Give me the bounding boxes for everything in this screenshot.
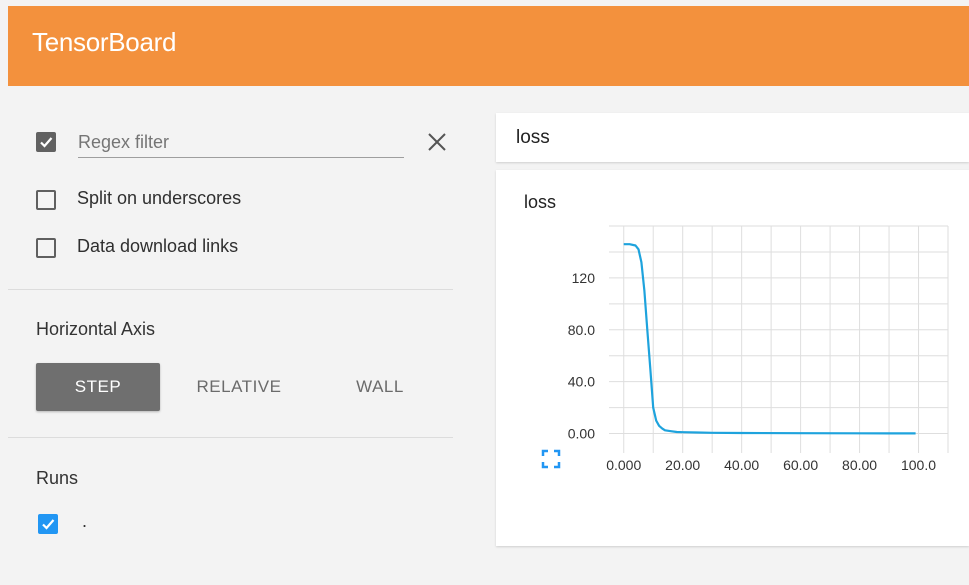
relative-button[interactable]: RELATIVE [176, 363, 302, 411]
regex-filter-input[interactable] [78, 127, 404, 158]
y-tick-label: 80.0 [568, 322, 595, 338]
x-tick-label: 60.00 [783, 457, 818, 473]
data-download-links-checkbox[interactable] [36, 238, 56, 258]
y-tick-label: 40.0 [568, 374, 595, 390]
tag-group-header[interactable]: loss [496, 113, 969, 162]
run-checkbox[interactable] [38, 514, 58, 534]
y-tick-label: 0.00 [568, 426, 595, 442]
data-download-links-label: Data download links [77, 236, 239, 256]
loss-chart: 0.00 40.0 80.0 120 0.000 20.00 40.00 60.00 80.00… [541, 225, 949, 473]
x-tick-label: 80.00 [842, 457, 877, 473]
run-label: . [82, 511, 88, 531]
series-line [623, 243, 916, 435]
x-tick-label: 0.000 [606, 457, 641, 473]
divider [8, 437, 453, 438]
close-icon[interactable] [426, 131, 448, 153]
wall-button[interactable]: WALL [330, 363, 430, 411]
y-tick-label: 120 [572, 270, 596, 286]
x-tick-label: 100.0 [901, 457, 936, 473]
x-tick-label: 40.00 [724, 457, 759, 473]
chart-card: loss 0.00 40.0 80.0 120 0.000 20.00 40.00 60.00… [496, 170, 969, 546]
runs-title: Runs [36, 468, 79, 488]
check-icon [40, 137, 53, 148]
x-tick-label: 20.00 [665, 457, 700, 473]
tag-group-label: loss [516, 127, 550, 148]
fit-domain-icon-path [541, 449, 561, 469]
top-bar: TensorBoard [8, 6, 969, 86]
divider [8, 289, 453, 290]
app-title: TensorBoard [32, 27, 177, 57]
fit-domain-icon[interactable] [541, 449, 561, 469]
step-button[interactable]: STEP [36, 363, 160, 411]
split-underscores-checkbox[interactable] [36, 190, 56, 210]
split-underscores-label: Split on underscores [77, 188, 242, 208]
regex-filter-checkbox[interactable] [36, 132, 56, 152]
horizontal-axis-title: Horizontal Axis [36, 319, 156, 339]
check-icon [42, 519, 55, 530]
